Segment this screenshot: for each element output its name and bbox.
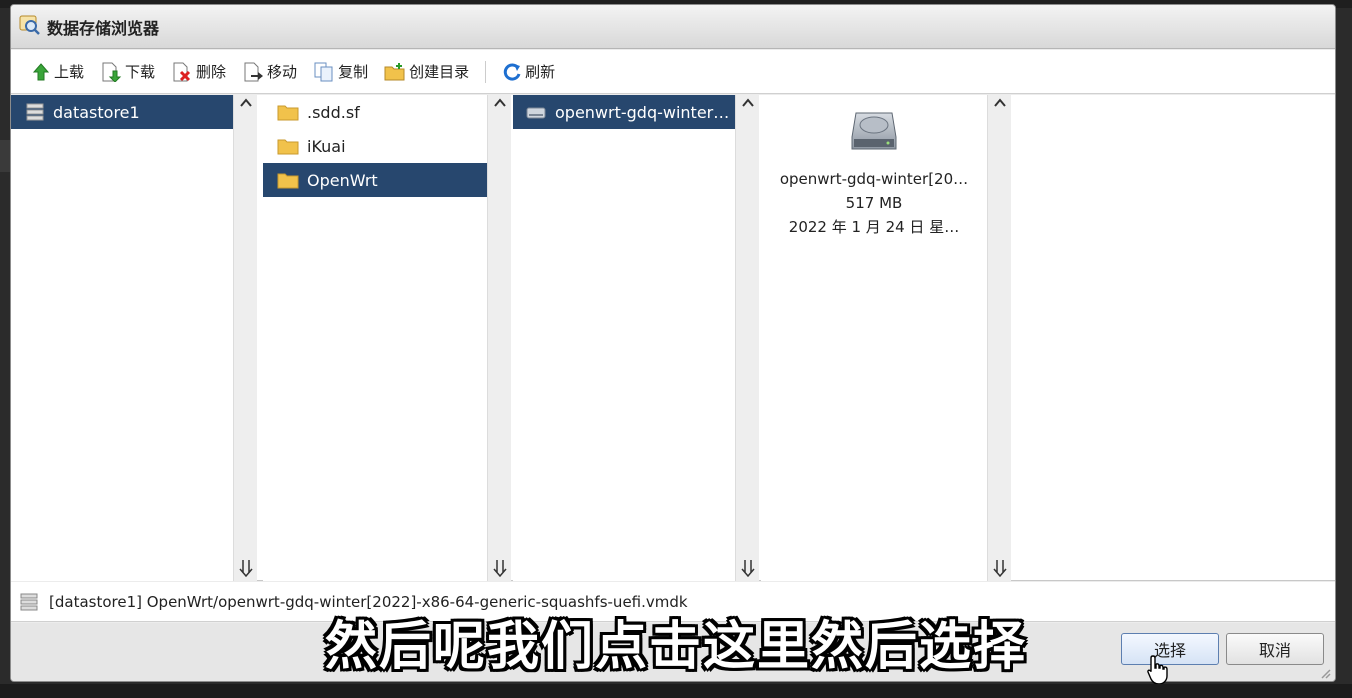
file-item-selected[interactable]: openwrt-gdq-winter…: [513, 95, 735, 129]
create-directory-label: 创建目录: [409, 63, 470, 81]
refresh-icon: [503, 63, 521, 81]
cancel-button-label: 取消: [1258, 641, 1291, 660]
delete-icon: [173, 62, 191, 81]
new-folder-icon: [384, 62, 405, 80]
refresh-label: 刷新: [525, 63, 556, 81]
datastore-column: datastore1: [11, 95, 233, 581]
move-icon: [244, 62, 264, 81]
copy-icon: [314, 62, 333, 81]
scroll-to-bottom-icon[interactable]: [993, 559, 1007, 577]
folder-column: .sdd.sf iKuai OpenWrt: [263, 95, 487, 581]
download-icon: [102, 62, 122, 82]
copy-button[interactable]: 复制: [307, 57, 374, 87]
dialog-footer: 选择 取消: [11, 623, 1335, 681]
scroll-to-bottom-icon[interactable]: [239, 559, 253, 577]
background-app-edge: [0, 140, 10, 172]
dialog-title: 数据存储浏览器: [47, 18, 160, 38]
scroll-to-bottom-icon[interactable]: [741, 559, 755, 577]
datastore-browser-dialog: 数据存储浏览器 上载 下载 删除 移动 复制 创建目录 刷新 datastore…: [10, 4, 1336, 682]
file-column-scrollbar[interactable]: [735, 95, 759, 581]
move-button[interactable]: 移动: [236, 57, 303, 87]
folder-column-scrollbar[interactable]: [487, 95, 511, 581]
select-button[interactable]: 选择: [1121, 633, 1219, 665]
resize-grip-icon[interactable]: [1319, 667, 1331, 679]
move-label: 移动: [267, 63, 298, 81]
upload-label: 上载: [54, 63, 85, 81]
scroll-up-icon[interactable]: [239, 97, 253, 109]
download-label: 下载: [125, 63, 156, 81]
datastore-item[interactable]: datastore1: [11, 95, 233, 129]
scroll-up-icon[interactable]: [741, 97, 755, 109]
folder-item[interactable]: .sdd.sf: [263, 95, 487, 129]
folder-item[interactable]: iKuai: [263, 129, 487, 163]
title-bar[interactable]: 数据存储浏览器: [11, 5, 1335, 49]
upload-arrow-icon: [32, 62, 50, 80]
file-date: 2022 年 1 月 24 日 星…: [788, 218, 960, 236]
folder-icon: [277, 139, 299, 155]
download-button[interactable]: 下载: [94, 57, 161, 87]
scroll-to-bottom-icon[interactable]: [493, 559, 507, 577]
copy-label: 复制: [338, 63, 369, 81]
upload-button[interactable]: 上载: [25, 57, 90, 87]
refresh-button[interactable]: 刷新: [496, 57, 561, 87]
hand-pointer-cursor-icon: [1147, 655, 1168, 685]
folder-item-label: iKuai: [307, 136, 346, 156]
toolbar-separator: [485, 60, 487, 83]
datastore-item-label: datastore1: [53, 102, 140, 122]
browser-columns: datastore1 .sdd.sf iKuai OpenWrt openwrt…: [11, 95, 1335, 581]
delete-label: 删除: [196, 63, 227, 81]
file-item-label: openwrt-gdq-winter…: [555, 102, 730, 122]
folder-item-label: OpenWrt: [307, 170, 378, 190]
folder-item-selected[interactable]: OpenWrt: [263, 163, 487, 197]
file-column: openwrt-gdq-winter…: [513, 95, 735, 581]
create-directory-button[interactable]: 创建目录: [378, 57, 475, 87]
folder-item-label: .sdd.sf: [307, 102, 360, 122]
cancel-button[interactable]: 取消: [1226, 633, 1324, 665]
selected-path-bar: [datastore1] OpenWrt/openwrt-gdq-winter[…: [11, 582, 1335, 622]
datastore-browser-icon: [19, 14, 41, 40]
hard-disk-icon: [851, 112, 897, 150]
folder-icon: [277, 105, 299, 121]
scroll-up-icon[interactable]: [993, 97, 1007, 109]
datastore-icon: [20, 593, 38, 610]
scroll-up-icon[interactable]: [493, 97, 507, 109]
delete-button[interactable]: 删除: [165, 57, 232, 87]
file-name: openwrt-gdq-winter[20…: [779, 170, 969, 188]
disk-file-icon: [526, 107, 546, 119]
details-column-scrollbar[interactable]: [987, 95, 1011, 581]
file-size: 517 MB: [845, 194, 903, 212]
datastore-column-scrollbar[interactable]: [233, 95, 257, 581]
selected-path-text: [datastore1] OpenWrt/openwrt-gdq-winter[…: [49, 592, 688, 611]
background-taskbar: [0, 684, 1352, 698]
file-details-column: openwrt-gdq-winter[20… 517 MB 2022 年 1 月…: [761, 95, 987, 581]
datastore-icon: [26, 103, 44, 121]
toolbar: 上载 下载 删除 移动 复制 创建目录 刷新: [11, 50, 1335, 94]
file-details-card[interactable]: openwrt-gdq-winter[20… 517 MB 2022 年 1 月…: [761, 103, 987, 239]
folder-icon: [277, 173, 299, 189]
